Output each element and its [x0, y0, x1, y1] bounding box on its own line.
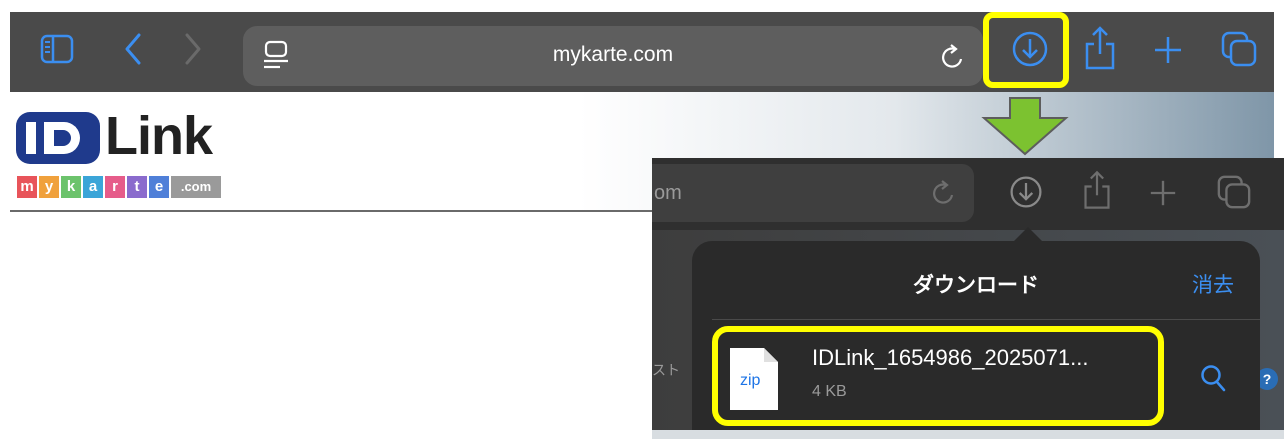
- popover-title: ダウンロード: [913, 274, 1039, 297]
- down-arrow-icon: [981, 97, 1069, 156]
- page-bottom-strip: [652, 430, 1284, 439]
- new-tab-icon[interactable]: [1148, 178, 1178, 208]
- back-icon[interactable]: [122, 32, 144, 66]
- magnifier-icon[interactable]: [1200, 364, 1226, 392]
- tabs-overview-icon[interactable]: [1216, 174, 1252, 210]
- logo-letter: m: [17, 176, 37, 198]
- idlink-logo-mark: [16, 112, 100, 164]
- sidebar-icon[interactable]: [40, 34, 74, 64]
- logo-letter: e: [149, 176, 169, 198]
- share-icon[interactable]: [1083, 24, 1117, 72]
- browser-toolbar-dark: om: [652, 158, 1284, 230]
- url-text-partial: om: [654, 182, 682, 204]
- reload-icon[interactable]: [939, 42, 967, 72]
- background-text: スト: [652, 362, 680, 378]
- tabs-overview-icon[interactable]: [1220, 30, 1258, 68]
- logo-letter: r: [105, 176, 125, 198]
- logo-domain: .com: [171, 176, 221, 198]
- logo-letter: y: [39, 176, 59, 198]
- downloads-highlight: [983, 12, 1069, 88]
- logo-letter: a: [83, 176, 103, 198]
- reload-icon[interactable]: [930, 178, 958, 208]
- divider: [712, 319, 1260, 320]
- url-text: mykarte.com: [552, 43, 674, 66]
- share-icon[interactable]: [1082, 168, 1112, 212]
- logo-letter: k: [61, 176, 81, 198]
- address-bar-dark[interactable]: om: [652, 164, 974, 222]
- clear-button[interactable]: 消去: [1192, 269, 1234, 299]
- logo-text: Link: [105, 106, 213, 166]
- downloads-icon[interactable]: [1008, 174, 1044, 210]
- browser-toolbar: mykarte.com: [10, 12, 1274, 92]
- new-tab-icon[interactable]: [1152, 34, 1184, 66]
- address-bar[interactable]: mykarte.com: [243, 26, 983, 86]
- download-item-highlight: [712, 326, 1164, 426]
- logo-domain-bar: m y k a r t e .com: [17, 176, 223, 198]
- forward-icon[interactable]: [182, 32, 204, 66]
- logo-letter: t: [127, 176, 147, 198]
